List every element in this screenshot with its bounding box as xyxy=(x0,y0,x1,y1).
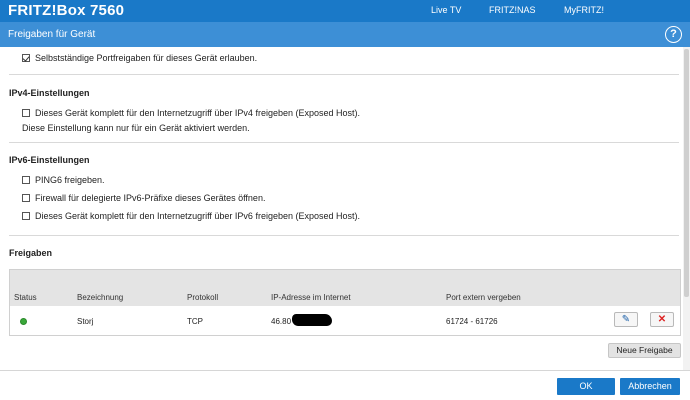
scrollbar[interactable] xyxy=(683,47,690,370)
ipv4-exposed-host-checkbox[interactable] xyxy=(22,109,30,117)
status-online-icon xyxy=(20,318,27,325)
ipv4-note: Diese Einstellung kann nur für ein Gerät… xyxy=(22,123,250,133)
row-port: 61724 - 61726 xyxy=(446,317,498,326)
ipv6-firewall-label: Firewall für delegierte IPv6-Präfixe die… xyxy=(35,193,266,203)
col-bezeichnung: Bezeichnung xyxy=(77,293,124,302)
freigaben-table: Status Bezeichnung Protokoll IP-Adresse … xyxy=(9,269,681,336)
ipv4-exposed-host-row[interactable]: Dieses Gerät komplett für den Internetzu… xyxy=(22,108,360,118)
divider xyxy=(9,142,679,143)
redaction-mark xyxy=(292,314,332,326)
col-ip: IP-Adresse im Internet xyxy=(271,293,351,302)
ipv4-exposed-host-label: Dieses Gerät komplett für den Internetzu… xyxy=(35,108,360,118)
dialog-footer: OK Abbrechen xyxy=(0,370,690,400)
brand-logo: FRITZ!Box 7560 xyxy=(8,2,125,19)
ipv6-firewall-checkbox[interactable] xyxy=(22,194,30,202)
close-x-icon[interactable]: ✕ xyxy=(650,312,674,327)
ipv6-ping6-label: PING6 freigeben. xyxy=(35,175,105,185)
dialog-title-bar: Freigaben für Gerät ? xyxy=(0,22,690,47)
new-freigabe-button[interactable]: Neue Freigabe xyxy=(608,343,681,358)
ok-button[interactable]: OK xyxy=(557,378,615,395)
dialog-content: Selbstständige Portfreigaben für dieses … xyxy=(0,47,690,370)
col-port: Port extern vergeben xyxy=(446,293,521,302)
scrollbar-thumb[interactable] xyxy=(684,49,689,297)
ipv6-ping6-row[interactable]: PING6 freigeben. xyxy=(22,175,105,185)
divider xyxy=(9,235,679,236)
ipv6-exposed-host-checkbox[interactable] xyxy=(22,212,30,220)
allow-self-port-label: Selbstständige Portfreigaben für dieses … xyxy=(35,53,258,63)
question-circle-icon[interactable]: ? xyxy=(665,26,682,43)
allow-self-port-row[interactable]: Selbstständige Portfreigaben für dieses … xyxy=(22,53,257,63)
freigaben-section-title: Freigaben xyxy=(9,248,53,258)
nav-fritz-nas[interactable]: FRITZ!NAS xyxy=(489,5,536,15)
top-navigation-bar: FRITZ!Box 7560 Live TV FRITZ!NAS MyFRITZ… xyxy=(0,0,690,22)
ipv4-section-title: IPv4-Einstellungen xyxy=(9,88,90,98)
ipv6-section-title: IPv6-Einstellungen xyxy=(9,155,90,165)
ipv6-exposed-host-row[interactable]: Dieses Gerät komplett für den Internetzu… xyxy=(22,211,360,221)
ipv6-firewall-row[interactable]: Firewall für delegierte IPv6-Präfixe die… xyxy=(22,193,265,203)
col-protokoll: Protokoll xyxy=(187,293,219,302)
row-bezeichnung: Storj xyxy=(77,317,94,326)
nav-my-fritz[interactable]: MyFRITZ! xyxy=(564,5,604,15)
ipv6-exposed-host-label: Dieses Gerät komplett für den Internetzu… xyxy=(35,211,360,221)
dialog-title: Freigaben für Gerät xyxy=(8,29,96,40)
row-ip: 46.80 xyxy=(271,317,292,326)
divider xyxy=(9,74,679,75)
cancel-button[interactable]: Abbrechen xyxy=(620,378,680,395)
nav-live-tv[interactable]: Live TV xyxy=(431,5,461,15)
pencil-icon[interactable]: ✎ xyxy=(614,312,638,327)
allow-self-port-checkbox[interactable] xyxy=(22,54,30,62)
col-status: Status xyxy=(14,293,37,302)
row-protokoll: TCP xyxy=(187,317,203,326)
ipv6-ping6-checkbox[interactable] xyxy=(22,176,30,184)
